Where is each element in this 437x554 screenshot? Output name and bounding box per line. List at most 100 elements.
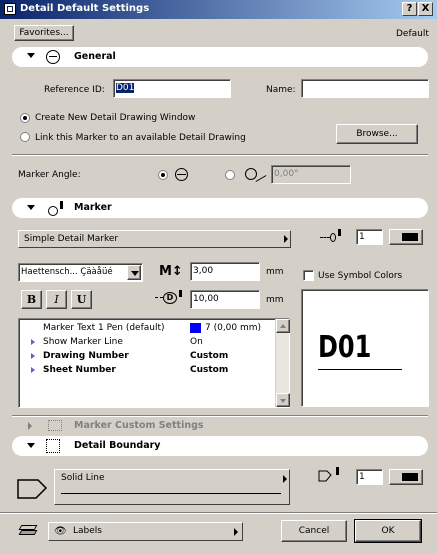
general-section-title: General <box>74 51 116 62</box>
default-label: Default <box>396 29 429 39</box>
list-item[interactable]: Drawing Number Custom <box>21 350 274 362</box>
param-value: Custom <box>190 351 229 361</box>
scroll-down-button[interactable] <box>276 393 290 407</box>
custom-settings-header[interactable]: Marker Custom Settings <box>12 419 428 433</box>
list-item[interactable]: Sheet Number Custom <box>21 364 274 376</box>
separator <box>12 154 428 156</box>
pen-color-swatch <box>402 233 418 241</box>
boundary-shape-icon <box>16 476 52 500</box>
custom-settings-icon <box>48 420 62 431</box>
list-scrollbar[interactable] <box>275 319 290 407</box>
bold-button[interactable]: B <box>21 290 42 309</box>
use-symbol-colors-checkbox[interactable] <box>303 270 314 281</box>
line-type-selector[interactable]: Solid Line <box>54 469 290 505</box>
text-size-input[interactable]: 3,00 <box>190 262 260 281</box>
underline-button[interactable]: U <box>71 290 92 309</box>
link-marker-radio[interactable] <box>20 132 30 142</box>
boundary-pen-icon <box>318 467 348 483</box>
reference-id-value: D01 <box>116 83 135 93</box>
scroll-up-icon <box>280 324 286 328</box>
custom-settings-title: Marker Custom Settings <box>74 420 204 431</box>
collapse-arrow-icon[interactable] <box>27 205 35 210</box>
param-value: On <box>190 337 203 347</box>
expand-arrow-icon[interactable] <box>31 367 35 373</box>
line-type-value: Solid Line <box>61 473 105 483</box>
line-type-preview <box>61 493 281 494</box>
scroll-down-icon <box>280 399 286 403</box>
param-name: Marker Text 1 Pen (default) <box>43 323 165 333</box>
marker-type-selector[interactable]: Simple Detail Marker <box>18 230 291 248</box>
collapse-arrow-icon[interactable] <box>27 53 35 58</box>
app-icon <box>4 3 16 15</box>
expand-arrow-icon[interactable] <box>28 422 32 430</box>
angle-custom-icon <box>243 164 269 186</box>
ok-button[interactable]: OK <box>354 519 422 543</box>
text-offset-unit: mm <box>266 295 284 305</box>
angle-custom-radio[interactable] <box>225 170 235 180</box>
chevron-down-icon <box>131 271 139 276</box>
reference-id-field[interactable]: D01 <box>113 79 231 98</box>
reference-id-label: Reference ID: <box>44 85 105 95</box>
param-color-swatch <box>190 323 201 333</box>
angle-fixed-icon <box>175 168 188 181</box>
marker-icon <box>48 201 66 217</box>
marker-pen-color-button[interactable] <box>389 229 423 245</box>
text-offset-input[interactable]: 10,00 <box>190 290 260 309</box>
param-name: Sheet Number <box>43 365 116 375</box>
param-name: Drawing Number <box>43 351 129 361</box>
expand-arrow-icon[interactable] <box>31 353 35 359</box>
layer-value: Labels <box>73 526 102 536</box>
collapse-arrow-icon[interactable] <box>27 443 35 448</box>
help-button[interactable]: ? <box>402 2 417 16</box>
layer-selector[interactable]: 👁 Labels <box>48 522 243 541</box>
font-value: Haettensch... Çäàåüé <box>21 267 113 277</box>
separator <box>0 512 437 514</box>
param-value: Custom <box>190 365 229 375</box>
param-value: 7 (0,00 mm) <box>205 323 262 333</box>
eye-icon: 👁 <box>54 526 67 537</box>
create-window-radio[interactable] <box>20 113 30 123</box>
boundary-pen-color-button[interactable] <box>389 469 423 485</box>
marker-section-title: Marker <box>74 202 112 213</box>
layer-icon <box>18 523 40 537</box>
close-button[interactable]: X <box>418 2 433 16</box>
pen-icon <box>320 229 344 245</box>
marker-preview: D01 <box>301 289 429 407</box>
link-marker-label[interactable]: Link this Marker to an available Detail … <box>35 133 246 143</box>
name-field[interactable] <box>301 79 429 98</box>
pen-color-swatch <box>402 473 418 481</box>
marker-pen-input[interactable]: 1 <box>356 229 383 245</box>
use-symbol-colors-label[interactable]: Use Symbol Colors <box>318 271 402 281</box>
cancel-button[interactable]: Cancel <box>281 520 347 542</box>
chevron-right-icon <box>283 475 287 483</box>
boundary-icon <box>46 439 60 453</box>
font-dropdown-button[interactable] <box>127 265 141 280</box>
browse-button[interactable]: Browse... <box>336 124 418 144</box>
chevron-right-icon <box>284 235 288 243</box>
marker-angle-label: Marker Angle: <box>18 170 81 180</box>
marker-type-value: Simple Detail Marker <box>24 234 119 244</box>
param-name: Show Marker Line <box>43 337 123 347</box>
window-title: Detail Default Settings <box>20 3 150 14</box>
parameter-list[interactable]: Marker Text 1 Pen (default) 7 (0,00 mm) … <box>18 318 290 408</box>
text-offset-icon: D <box>155 290 187 306</box>
font-selector[interactable]: Haettensch... Çäàåüé <box>18 263 143 282</box>
name-label: Name: <box>266 85 296 95</box>
list-item[interactable]: Show Marker Line On <box>21 336 274 348</box>
create-window-label[interactable]: Create New Detail Drawing Window <box>35 113 195 123</box>
scroll-up-button[interactable] <box>276 319 290 333</box>
list-item[interactable]: Marker Text 1 Pen (default) 7 (0,00 mm) <box>21 322 274 334</box>
expand-arrow-icon[interactable] <box>31 339 35 345</box>
text-size-unit: mm <box>266 267 284 277</box>
chevron-right-icon <box>234 528 238 536</box>
angle-fixed-radio[interactable] <box>158 170 168 180</box>
italic-button[interactable]: I <box>46 290 67 309</box>
preview-marker-line <box>318 369 402 370</box>
boundary-section-title: Detail Boundary <box>74 440 161 451</box>
angle-input[interactable]: 0,00° <box>271 165 351 184</box>
text-size-icon: M↕ <box>159 264 183 279</box>
boundary-pen-input[interactable]: 1 <box>356 469 383 485</box>
general-settings-icon <box>46 50 60 64</box>
favorites-button[interactable]: Favorites... <box>14 25 74 41</box>
separator <box>12 415 428 417</box>
